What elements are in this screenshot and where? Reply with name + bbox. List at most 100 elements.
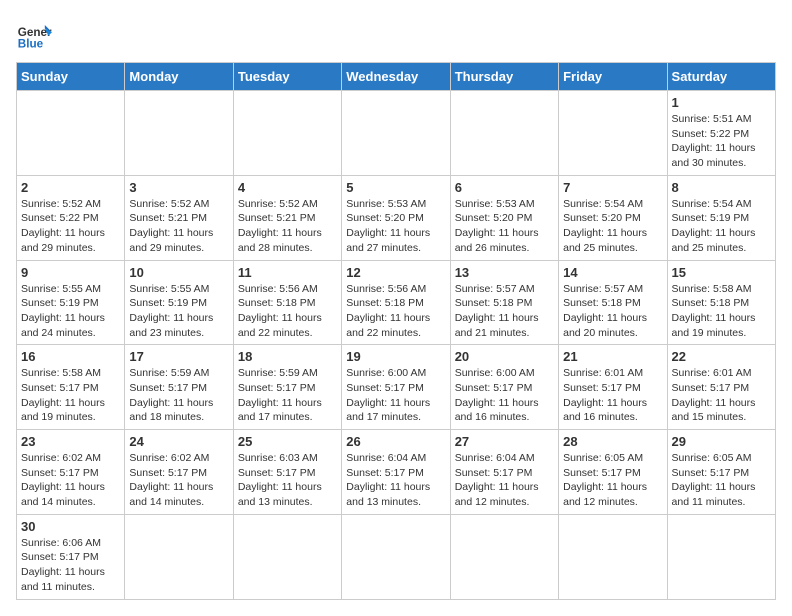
cell-info-text: Sunrise: 6:05 AM Sunset: 5:17 PM Dayligh… (563, 451, 662, 510)
logo: General Blue (16, 16, 52, 52)
calendar-cell (559, 514, 667, 599)
cell-date-number: 9 (21, 265, 120, 280)
cell-info-text: Sunrise: 6:02 AM Sunset: 5:17 PM Dayligh… (21, 451, 120, 510)
cell-info-text: Sunrise: 5:57 AM Sunset: 5:18 PM Dayligh… (563, 282, 662, 341)
weekday-header: Wednesday (342, 63, 450, 91)
cell-info-text: Sunrise: 5:55 AM Sunset: 5:19 PM Dayligh… (21, 282, 120, 341)
calendar-cell (233, 514, 341, 599)
svg-text:Blue: Blue (18, 38, 44, 51)
cell-date-number: 4 (238, 180, 337, 195)
calendar-cell: 14 Sunrise: 5:57 AM Sunset: 5:18 PM Dayli… (559, 260, 667, 345)
calendar-cell: 1Sunrise: 5:51 AM Sunset: 5:22 PM Daylig… (667, 91, 775, 176)
calendar-cell (233, 91, 341, 176)
calendar-cell: 12Sunrise: 5:56 AM Sunset: 5:18 PM Dayli… (342, 260, 450, 345)
calendar-cell: 20 Sunrise: 6:00 AM Sunset: 5:17 PM Dayli… (450, 345, 558, 430)
calendar-cell: 3 Sunrise: 5:52 AM Sunset: 5:21 PM Daylig… (125, 175, 233, 260)
cell-date-number: 3 (129, 180, 228, 195)
cell-info-text: Sunrise: 6:01 AM Sunset: 5:17 PM Dayligh… (563, 366, 662, 425)
cell-info-text: Sunrise: 5:54 AM Sunset: 5:19 PM Dayligh… (672, 197, 771, 256)
calendar-cell: 5Sunrise: 5:53 AM Sunset: 5:20 PM Daylig… (342, 175, 450, 260)
cell-date-number: 23 (21, 434, 120, 449)
calendar-cell (450, 91, 558, 176)
cell-info-text: Sunrise: 6:04 AM Sunset: 5:17 PM Dayligh… (455, 451, 554, 510)
calendar-cell: 30 Sunrise: 6:06 AM Sunset: 5:17 PM Dayli… (17, 514, 125, 599)
cell-info-text: Sunrise: 5:58 AM Sunset: 5:17 PM Dayligh… (21, 366, 120, 425)
cell-date-number: 15 (672, 265, 771, 280)
cell-info-text: Sunrise: 5:52 AM Sunset: 5:21 PM Dayligh… (129, 197, 228, 256)
calendar-week-row: 30 Sunrise: 6:06 AM Sunset: 5:17 PM Dayli… (17, 514, 776, 599)
cell-info-text: Sunrise: 5:59 AM Sunset: 5:17 PM Dayligh… (238, 366, 337, 425)
cell-date-number: 21 (563, 349, 662, 364)
weekday-header: Monday (125, 63, 233, 91)
cell-date-number: 26 (346, 434, 445, 449)
cell-date-number: 28 (563, 434, 662, 449)
calendar-cell (17, 91, 125, 176)
calendar-cell: 17 Sunrise: 5:59 AM Sunset: 5:17 PM Dayli… (125, 345, 233, 430)
calendar-cell: 24Sunrise: 6:02 AM Sunset: 5:17 PM Dayli… (125, 430, 233, 515)
calendar-cell (125, 91, 233, 176)
calendar-cell: 22 Sunrise: 6:01 AM Sunset: 5:17 PM Dayli… (667, 345, 775, 430)
cell-date-number: 8 (672, 180, 771, 195)
calendar-week-row: 16 Sunrise: 5:58 AM Sunset: 5:17 PM Dayli… (17, 345, 776, 430)
cell-info-text: Sunrise: 5:53 AM Sunset: 5:20 PM Dayligh… (346, 197, 445, 256)
cell-info-text: Sunrise: 6:01 AM Sunset: 5:17 PM Dayligh… (672, 366, 771, 425)
cell-date-number: 7 (563, 180, 662, 195)
cell-info-text: Sunrise: 6:04 AM Sunset: 5:17 PM Dayligh… (346, 451, 445, 510)
weekday-header: Saturday (667, 63, 775, 91)
calendar-cell (342, 514, 450, 599)
calendar-cell: 26 Sunrise: 6:04 AM Sunset: 5:17 PM Dayli… (342, 430, 450, 515)
cell-info-text: Sunrise: 6:06 AM Sunset: 5:17 PM Dayligh… (21, 536, 120, 595)
cell-info-text: Sunrise: 5:51 AM Sunset: 5:22 PM Dayligh… (672, 112, 771, 171)
cell-date-number: 13 (455, 265, 554, 280)
calendar-cell: 28 Sunrise: 6:05 AM Sunset: 5:17 PM Dayli… (559, 430, 667, 515)
calendar-cell: 27 Sunrise: 6:04 AM Sunset: 5:17 PM Dayli… (450, 430, 558, 515)
calendar-cell: 7Sunrise: 5:54 AM Sunset: 5:20 PM Daylig… (559, 175, 667, 260)
calendar-cell (559, 91, 667, 176)
cell-date-number: 27 (455, 434, 554, 449)
calendar-cell: 9 Sunrise: 5:55 AM Sunset: 5:19 PM Daylig… (17, 260, 125, 345)
calendar-cell: 10Sunrise: 5:55 AM Sunset: 5:19 PM Dayli… (125, 260, 233, 345)
calendar-cell: 15 Sunrise: 5:58 AM Sunset: 5:18 PM Dayli… (667, 260, 775, 345)
cell-date-number: 18 (238, 349, 337, 364)
calendar-cell: 21 Sunrise: 6:01 AM Sunset: 5:17 PM Dayli… (559, 345, 667, 430)
weekday-header: Tuesday (233, 63, 341, 91)
cell-info-text: Sunrise: 6:05 AM Sunset: 5:17 PM Dayligh… (672, 451, 771, 510)
calendar-cell (342, 91, 450, 176)
cell-date-number: 22 (672, 349, 771, 364)
weekday-header: Sunday (17, 63, 125, 91)
cell-info-text: Sunrise: 6:00 AM Sunset: 5:17 PM Dayligh… (455, 366, 554, 425)
cell-date-number: 17 (129, 349, 228, 364)
cell-info-text: Sunrise: 5:58 AM Sunset: 5:18 PM Dayligh… (672, 282, 771, 341)
cell-date-number: 20 (455, 349, 554, 364)
calendar-cell: 25Sunrise: 6:03 AM Sunset: 5:17 PM Dayli… (233, 430, 341, 515)
cell-date-number: 14 (563, 265, 662, 280)
cell-info-text: Sunrise: 6:00 AM Sunset: 5:17 PM Dayligh… (346, 366, 445, 425)
cell-date-number: 19 (346, 349, 445, 364)
cell-date-number: 30 (21, 519, 120, 534)
cell-info-text: Sunrise: 5:56 AM Sunset: 5:18 PM Dayligh… (238, 282, 337, 341)
calendar-body: 1Sunrise: 5:51 AM Sunset: 5:22 PM Daylig… (17, 91, 776, 600)
cell-date-number: 11 (238, 265, 337, 280)
calendar-cell: 13 Sunrise: 5:57 AM Sunset: 5:18 PM Dayli… (450, 260, 558, 345)
calendar-cell (667, 514, 775, 599)
cell-info-text: Sunrise: 5:59 AM Sunset: 5:17 PM Dayligh… (129, 366, 228, 425)
cell-date-number: 12 (346, 265, 445, 280)
calendar-cell: 18 Sunrise: 5:59 AM Sunset: 5:17 PM Dayli… (233, 345, 341, 430)
cell-info-text: Sunrise: 6:02 AM Sunset: 5:17 PM Dayligh… (129, 451, 228, 510)
calendar-week-row: 2Sunrise: 5:52 AM Sunset: 5:22 PM Daylig… (17, 175, 776, 260)
calendar-cell: 8 Sunrise: 5:54 AM Sunset: 5:19 PM Daylig… (667, 175, 775, 260)
calendar-cell: 16 Sunrise: 5:58 AM Sunset: 5:17 PM Dayli… (17, 345, 125, 430)
calendar-cell: 19 Sunrise: 6:00 AM Sunset: 5:17 PM Dayli… (342, 345, 450, 430)
cell-date-number: 25 (238, 434, 337, 449)
cell-date-number: 16 (21, 349, 120, 364)
cell-info-text: Sunrise: 5:57 AM Sunset: 5:18 PM Dayligh… (455, 282, 554, 341)
cell-info-text: Sunrise: 5:52 AM Sunset: 5:21 PM Dayligh… (238, 197, 337, 256)
calendar-week-row: 1Sunrise: 5:51 AM Sunset: 5:22 PM Daylig… (17, 91, 776, 176)
calendar-header: SundayMondayTuesdayWednesdayThursdayFrid… (17, 63, 776, 91)
calendar-cell: 2Sunrise: 5:52 AM Sunset: 5:22 PM Daylig… (17, 175, 125, 260)
page-header: General Blue (16, 16, 776, 52)
calendar-cell: 11 Sunrise: 5:56 AM Sunset: 5:18 PM Dayli… (233, 260, 341, 345)
calendar-week-row: 23 Sunrise: 6:02 AM Sunset: 5:17 PM Dayli… (17, 430, 776, 515)
weekday-header: Thursday (450, 63, 558, 91)
calendar-cell: 4 Sunrise: 5:52 AM Sunset: 5:21 PM Daylig… (233, 175, 341, 260)
